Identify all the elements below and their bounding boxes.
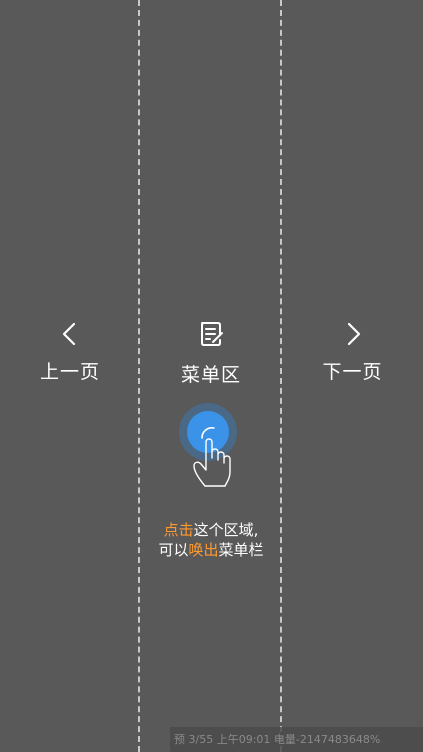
tap-hand-icon bbox=[179, 403, 237, 487]
chevron-left-icon bbox=[62, 322, 76, 346]
menu-hint-line2: 可以唤出菜单栏 bbox=[141, 540, 281, 561]
reader-status-bar: 预 3/55 上午09:01 电量-2147483648% bbox=[170, 727, 423, 752]
right-zone-divider bbox=[280, 0, 282, 752]
next-page-label: 下一页 bbox=[322, 361, 383, 383]
hint-text-area: 这个区域, bbox=[193, 521, 259, 539]
prev-page-label: 上一页 bbox=[39, 361, 100, 383]
hint-highlight-summon: 唤出 bbox=[188, 541, 219, 559]
hint-text-menubar: 菜单栏 bbox=[218, 541, 264, 559]
chevron-right-icon bbox=[347, 322, 360, 346]
prev-page-zone[interactable]: 上一页 bbox=[0, 0, 140, 752]
hint-highlight-tap: 点击 bbox=[163, 521, 194, 539]
left-zone-divider bbox=[138, 0, 140, 752]
menu-zone-label: 菜单区 bbox=[180, 364, 241, 386]
hint-text-can: 可以 bbox=[158, 541, 189, 559]
menu-hint-line1: 点击这个区域, bbox=[141, 520, 281, 541]
next-page-zone[interactable]: 下一页 bbox=[282, 0, 423, 752]
menu-zone[interactable]: 菜单区 bbox=[141, 0, 281, 752]
document-edit-icon bbox=[201, 322, 223, 346]
